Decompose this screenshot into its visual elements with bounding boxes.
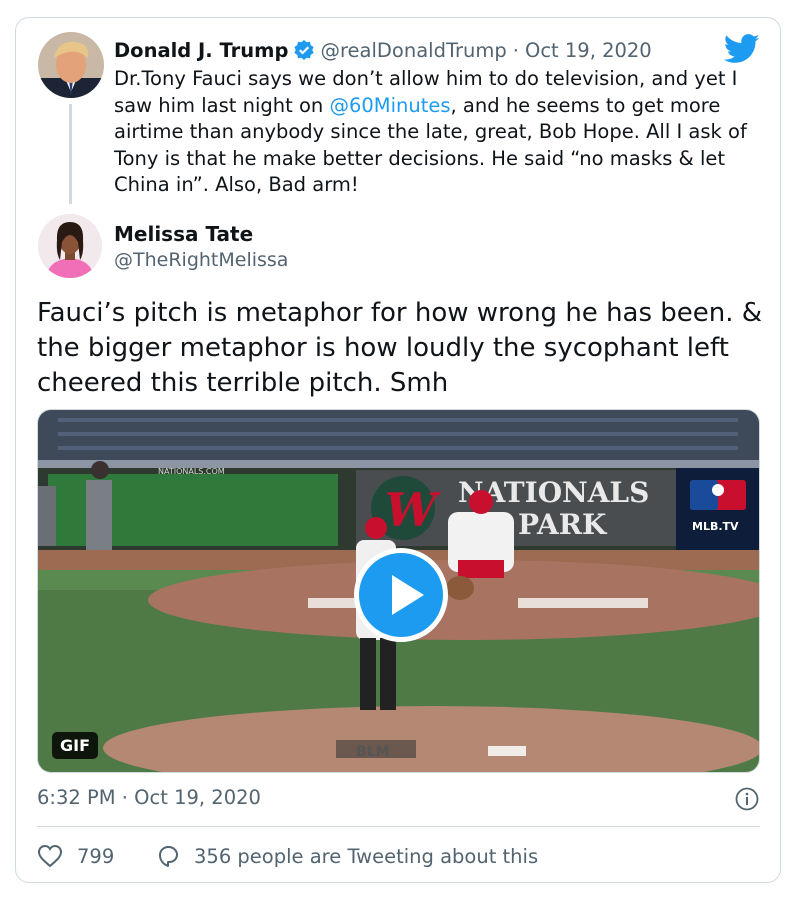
gif-media[interactable]: NATIONALS.COM W NATIONALS PARK MLB.TV BL…	[37, 409, 760, 773]
separator-dot: ·	[512, 38, 519, 62]
thread-line	[69, 104, 72, 204]
author-name[interactable]: Melissa Tate	[114, 222, 253, 246]
like-button[interactable]: 799	[37, 843, 114, 869]
quoted-author-handle[interactable]: @realDonaldTrump	[320, 39, 506, 62]
avatar-trump[interactable]	[38, 32, 104, 98]
park-sign-line-2: PARK	[518, 508, 608, 541]
gif-badge: GIF	[52, 732, 99, 759]
sign-text: NATIONALS.COM	[158, 467, 225, 476]
tweet-text: Fauci’s pitch is metaphor for how wrong …	[37, 298, 763, 398]
like-count: 799	[77, 844, 115, 868]
reply-bubble-icon	[159, 846, 178, 867]
reply-text: 356 people are Tweeting about this	[194, 844, 539, 868]
twitter-bird-icon[interactable]	[723, 34, 760, 64]
author-handle[interactable]: @TheRightMelissa	[114, 249, 288, 271]
avatar-melissa-tate[interactable]	[38, 214, 102, 278]
quoted-date[interactable]: Oct 19, 2020	[525, 39, 652, 62]
verified-badge-icon	[293, 39, 315, 61]
quoted-tweet-text: Dr.Tony Fauci says we don’t allow him to…	[114, 66, 764, 199]
play-button[interactable]	[354, 548, 448, 642]
heart-icon	[37, 844, 63, 868]
info-icon[interactable]	[735, 787, 759, 811]
reply-button[interactable]: 356 people are Tweeting about this	[156, 843, 538, 869]
mound-text: BLM	[356, 744, 390, 760]
tweet-timestamp[interactable]: 6:32 PM · Oct 19, 2020	[37, 786, 261, 809]
quoted-author-name[interactable]: Donald J. Trump	[114, 39, 288, 62]
nationals-logo-letter: W	[385, 483, 441, 537]
quoted-header: Donald J. Trump @realDonaldTrump · Oct 1…	[114, 36, 652, 64]
play-icon	[392, 575, 424, 615]
mlb-sign: MLB.TV	[692, 520, 739, 533]
mention-link[interactable]: @60Minutes	[329, 94, 450, 117]
actions-divider	[37, 826, 760, 827]
